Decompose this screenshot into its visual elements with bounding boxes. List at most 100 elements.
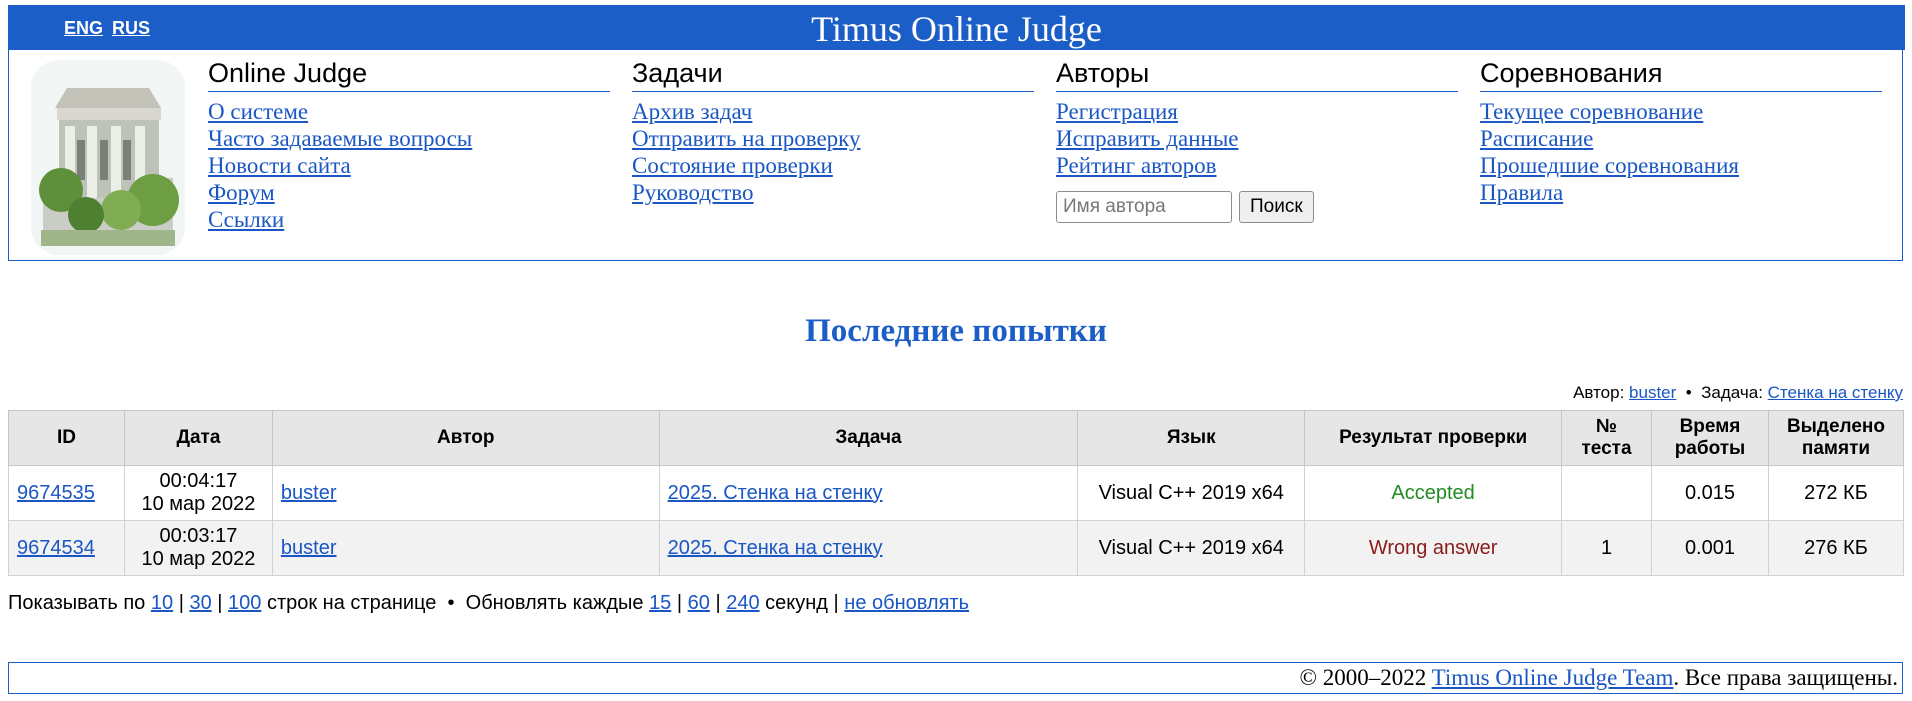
header-id: ID <box>8 410 125 466</box>
runtime-cell: 0.001 <box>1651 520 1769 576</box>
refresh-60-link[interactable]: 60 <box>688 592 710 614</box>
menu-column-online-judge: Online Judge О системе Часто задаваемые … <box>208 58 610 233</box>
header-test: № теста <box>1561 410 1652 466</box>
pager-sep: | <box>676 592 683 614</box>
author-search-button[interactable]: Поиск <box>1239 191 1314 223</box>
footer-copyright: © 2000–2022 <box>1299 665 1427 690</box>
header-language: Язык <box>1077 410 1306 466</box>
submission-date: 00:03:17 10 мар 2022 <box>123 520 273 576</box>
link-faq[interactable]: Часто задаваемые вопросы <box>208 125 610 152</box>
memory-cell: 276 КБ <box>1767 520 1905 576</box>
filter-separator: • <box>1685 383 1692 402</box>
submission-day: 10 мар 2022 <box>141 548 256 570</box>
footer-rights: . Все права защищены. <box>1673 665 1898 690</box>
submission-date: 00:04:17 10 мар 2022 <box>123 465 273 521</box>
author-link[interactable]: buster <box>281 537 337 559</box>
header-date: Дата <box>123 410 273 466</box>
header-test-line1: № <box>1595 416 1618 437</box>
submission-time: 00:04:17 <box>159 470 238 492</box>
link-ranklist[interactable]: Рейтинг авторов <box>1056 152 1458 179</box>
header-memory-line2: памяти <box>1801 438 1871 459</box>
menu-column-contests: Соревнования Текущее соревнование Распис… <box>1480 58 1882 206</box>
refresh-240-link[interactable]: 240 <box>726 592 759 614</box>
link-edit-profile[interactable]: Исправить данные <box>1056 125 1458 152</box>
link-forum[interactable]: Форум <box>208 179 610 206</box>
problem-link[interactable]: 2025. Стенка на стенку <box>668 537 883 559</box>
header-author: Автор <box>271 410 660 466</box>
filter-author-link[interactable]: buster <box>1629 383 1676 402</box>
submission-time: 00:03:17 <box>159 525 238 547</box>
link-links[interactable]: Ссылки <box>208 206 610 233</box>
pager-rows-label: строк на странице <box>266 592 437 614</box>
pager-bullet: • <box>447 592 455 614</box>
header-result: Результат проверки <box>1304 410 1563 466</box>
site-title: Timus Online Judge <box>811 9 1102 49</box>
header-test-line2: теста <box>1581 438 1632 459</box>
header-memory-line1: Выделено <box>1786 416 1885 437</box>
table-row: 9674534 00:03:17 10 мар 2022 buster 2025… <box>8 520 1905 576</box>
link-submit[interactable]: Отправить на проверку <box>632 125 1034 152</box>
link-status[interactable]: Состояние проверки <box>632 152 1034 179</box>
refresh-label: Обновлять каждые <box>465 592 644 614</box>
header-runtime-line2: работы <box>1674 438 1746 459</box>
refresh-seconds-label: секунд <box>765 592 828 614</box>
problem-link[interactable]: 2025. Стенка на стенку <box>668 482 883 504</box>
link-rules[interactable]: Правила <box>1480 179 1882 206</box>
verdict-cell: Accepted <box>1304 465 1563 521</box>
submission-day: 10 мар 2022 <box>141 493 256 515</box>
test-cell: 1 <box>1561 520 1652 576</box>
footer-team-link[interactable]: Timus Online Judge Team <box>1432 665 1674 690</box>
table-header-row: ID Дата Автор Задача Язык Результат пров… <box>8 410 1905 466</box>
header-memory: Выделено памяти <box>1767 410 1905 466</box>
pager-sep: | <box>178 592 184 614</box>
link-past-contests[interactable]: Прошедшие соревнования <box>1480 152 1882 179</box>
header-runtime-line1: Время <box>1679 416 1741 437</box>
refresh-15-link[interactable]: 15 <box>649 592 671 614</box>
filter-problem-label: Задача: <box>1701 383 1763 402</box>
page-size-10-link[interactable]: 10 <box>151 592 173 614</box>
pager-sep: | <box>833 592 839 614</box>
filter-info: Автор: buster • Задача: Стенка на стенку <box>1573 383 1903 403</box>
header-problem: Задача <box>658 410 1079 466</box>
header-runtime: Время работы <box>1651 410 1769 466</box>
filter-problem-link[interactable]: Стенка на стенку <box>1768 383 1903 402</box>
link-problem-archive[interactable]: Архив задач <box>632 98 1034 125</box>
pager-sep: | <box>217 592 223 614</box>
verdict-cell: Wrong answer <box>1304 520 1563 576</box>
pager-controls: Показывать по 10 | 30 | 100 строк на стр… <box>8 592 969 615</box>
language-cell: Visual C++ 2019 x64 <box>1077 465 1306 521</box>
author-search: Поиск <box>1056 191 1458 223</box>
author-search-input[interactable] <box>1056 191 1232 223</box>
language-cell: Visual C++ 2019 x64 <box>1077 520 1306 576</box>
link-register[interactable]: Регистрация <box>1056 98 1458 125</box>
footer: © 2000–2022 Timus Online Judge Team. Все… <box>8 662 1903 694</box>
menu-heading-authors: Авторы <box>1056 58 1458 92</box>
link-schedule[interactable]: Расписание <box>1480 125 1882 152</box>
link-about[interactable]: О системе <box>208 98 610 125</box>
building-icon <box>31 60 185 255</box>
no-refresh-link[interactable]: не обновлять <box>844 592 969 614</box>
logo-image[interactable] <box>31 60 185 255</box>
menu-heading-contests: Соревнования <box>1480 58 1882 92</box>
menu-heading-problems: Задачи <box>632 58 1034 92</box>
runtime-cell: 0.015 <box>1651 465 1769 521</box>
pager-sep: | <box>715 592 721 614</box>
menu-heading-online-judge: Online Judge <box>208 58 610 92</box>
test-cell <box>1561 465 1652 521</box>
page-size-30-link[interactable]: 30 <box>189 592 211 614</box>
menu-column-authors: Авторы Регистрация Исправить данные Рейт… <box>1056 58 1458 223</box>
submission-id-link[interactable]: 9674534 <box>17 537 95 559</box>
link-guide[interactable]: Руководство <box>632 179 1034 206</box>
memory-cell: 272 КБ <box>1767 465 1905 521</box>
link-current-contest[interactable]: Текущее соревнование <box>1480 98 1882 125</box>
link-news[interactable]: Новости сайта <box>208 152 610 179</box>
page-title: Последние попытки <box>805 313 1107 349</box>
top-bar: ENG RUS Timus Online Judge <box>8 5 1905 50</box>
page-size-100-link[interactable]: 100 <box>228 592 261 614</box>
main-menu: Online Judge О системе Часто задаваемые … <box>8 50 1903 261</box>
submissions-table: ID Дата Автор Задача Язык Результат пров… <box>8 410 1905 576</box>
author-link[interactable]: buster <box>281 482 337 504</box>
table-row: 9674535 00:04:17 10 мар 2022 buster 2025… <box>8 465 1905 521</box>
submission-id-link[interactable]: 9674535 <box>17 482 95 504</box>
filter-author-label: Автор: <box>1573 383 1625 402</box>
